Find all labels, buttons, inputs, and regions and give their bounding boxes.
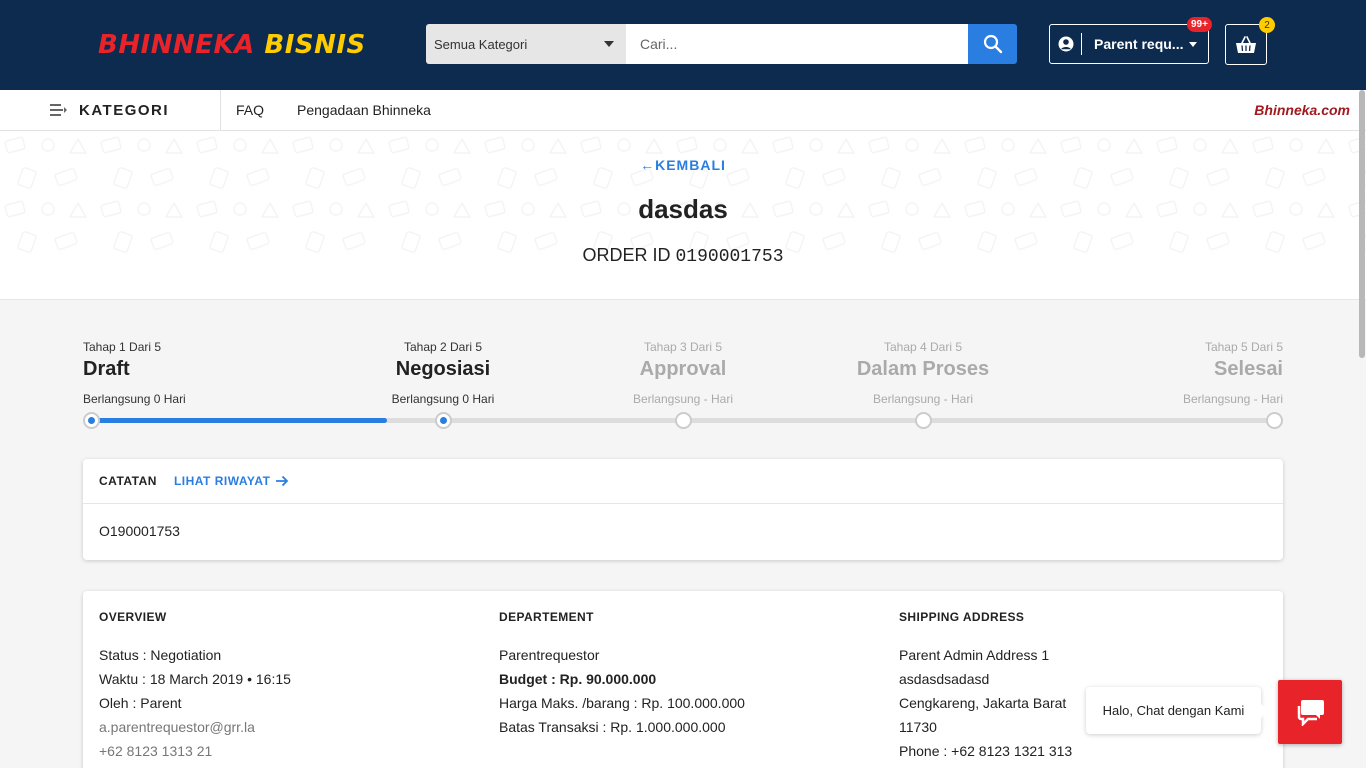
order-id-value: 0190001753 (675, 247, 784, 267)
category-nav: KATEGORI FAQ Pengadaan Bhinneka Bhinneka… (0, 90, 1366, 131)
user-icon (1050, 33, 1082, 55)
user-menu-button[interactable]: Parent requ... (1049, 24, 1209, 64)
step-name: Negosiasi (395, 358, 491, 380)
step-name: Draft (83, 358, 130, 380)
arrow-left-icon: ← (640, 157, 656, 173)
address-line-2: asdasdsadasd (899, 671, 990, 687)
step-dot-3 (675, 412, 692, 429)
scrollbar-thumb[interactable] (1359, 90, 1365, 358)
menu-icon (50, 104, 67, 116)
nav-link-pengadaan[interactable]: Pengadaan Bhinneka (297, 102, 431, 118)
step-name: Dalam Proses (856, 358, 990, 380)
order-title: dasdas (638, 194, 728, 224)
search-icon (983, 34, 1002, 54)
shipping-phone: Phone : +62 8123 1321 313 (899, 743, 1073, 759)
kategori-label: KATEGORI (79, 101, 170, 119)
top-header: BHINNEKA BISNIS Semua Kategori Parent re… (0, 0, 1366, 90)
email-text: a.parentrequestor@grr.la (99, 719, 255, 735)
step-dot-1 (83, 412, 100, 429)
order-hero: ←KEMBALI dasdas ORDER ID 0190001753 (0, 131, 1366, 300)
address-line-1: Parent Admin Address 1 (899, 647, 1050, 663)
step-dot-2 (435, 412, 452, 429)
order-id: ORDER ID 0190001753 (0, 245, 1366, 267)
order-id-label: ORDER ID (582, 245, 671, 265)
step-name: Approval (639, 358, 727, 380)
step-approval: Tahap 3 Dari 5 Approval Berlangsung - Ha… (623, 340, 743, 406)
page-scrollbar[interactable] (1358, 90, 1366, 768)
step-duration: Berlangsung 0 Hari (83, 392, 186, 406)
address-line-3: Cengkareng, Jakarta Barat (899, 695, 1067, 711)
step-number: Tahap 2 Dari 5 (403, 340, 483, 354)
step-number: Tahap 3 Dari 5 (643, 340, 723, 354)
notes-title: CATATAN (99, 474, 157, 488)
order-details-card: OVERVIEW Status : Negotiation Waktu : 18… (83, 591, 1283, 768)
step-number: Tahap 5 Dari 5 (1204, 340, 1283, 354)
status-text: Status : Negotiation (99, 647, 222, 663)
progress-fill (91, 418, 387, 423)
step-duration: Berlangsung - Hari (632, 392, 734, 406)
department-name: Parentrequestor (499, 647, 600, 663)
overview-section: OVERVIEW Status : Negotiation Waktu : 18… (99, 610, 291, 763)
postal-code: 11730 (899, 719, 937, 735)
order-progress-steps: Tahap 1 Dari 5 Draft Berlangsung 0 Hari … (83, 340, 1283, 440)
step-dot-5 (1266, 412, 1283, 429)
step-duration: Berlangsung - Hari (872, 392, 974, 406)
kategori-menu[interactable]: KATEGORI (50, 90, 169, 130)
notes-card-header: CATATAN LIHAT RIWAYAT (83, 459, 1283, 504)
arrow-right-icon (276, 475, 289, 487)
notes-card: CATATAN LIHAT RIWAYAT O190001753 (83, 459, 1283, 560)
caret-down-icon (604, 41, 614, 47)
phone-text: +62 8123 1313 21 (99, 743, 213, 759)
notification-badge: 99+ (1187, 17, 1212, 32)
history-link-label: LIHAT RIWAYAT (173, 474, 271, 488)
step-draft: Tahap 1 Dari 5 Draft Berlangsung 0 Hari (83, 340, 186, 406)
history-link[interactable]: LIHAT RIWAYAT (174, 474, 290, 488)
nav-divider (220, 90, 221, 130)
chat-button[interactable] (1278, 680, 1342, 744)
step-negosiasi: Tahap 2 Dari 5 Negosiasi Berlangsung 0 H… (389, 340, 497, 406)
step-dalam-proses: Tahap 4 Dari 5 Dalam Proses Berlangsung … (853, 340, 993, 406)
nav-link-faq[interactable]: FAQ (236, 102, 264, 118)
max-price-text: Harga Maks. /barang : Rp. 100.000.000 (499, 695, 745, 711)
chat-icon (1297, 700, 1324, 726)
user-menu-label: Parent requ... (1094, 36, 1184, 52)
department-title: DEPARTEMENT (499, 610, 594, 624)
created-by-text: Oleh : Parent (99, 695, 182, 711)
time-text: Waktu : 18 March 2019 • 16:15 (99, 671, 291, 687)
category-select[interactable]: Semua Kategori (426, 24, 626, 64)
search-bar: Semua Kategori (426, 24, 1017, 64)
transaction-limit-text: Batas Transaksi : Rp. 1.000.000.000 (499, 719, 726, 735)
category-select-label: Semua Kategori (434, 36, 528, 52)
logo-text-bisnis: BISNIS (264, 30, 366, 60)
bhinneka-bisnis-logo[interactable]: BHINNEKA BISNIS (98, 30, 366, 60)
department-section: DEPARTEMENT Parentrequestor Budget : Rp.… (499, 610, 745, 739)
step-number: Tahap 4 Dari 5 (883, 340, 963, 354)
logo-text-bhinneka: BHINNEKA (98, 30, 255, 60)
bhinneka-site-link[interactable]: Bhinneka.com (1254, 102, 1350, 118)
shipping-section: SHIPPING ADDRESS Parent Admin Address 1 … (899, 610, 1072, 763)
search-input[interactable] (626, 24, 968, 64)
basket-icon (1236, 35, 1256, 53)
search-button[interactable] (968, 24, 1017, 64)
step-duration: Berlangsung - Hari (1182, 392, 1283, 406)
step-dot-4 (915, 412, 932, 429)
chat-prompt[interactable]: Halo, Chat dengan Kami (1086, 687, 1268, 734)
shipping-title: SHIPPING ADDRESS (899, 610, 1025, 624)
budget-text: Budget : Rp. 90.000.000 (499, 671, 657, 687)
cart-count-badge: 2 (1259, 17, 1275, 33)
back-link[interactable]: ←KEMBALI (0, 157, 1366, 173)
step-selesai: Tahap 5 Dari 5 Selesai Berlangsung - Har… (1183, 340, 1283, 406)
back-label: KEMBALI (655, 157, 726, 173)
step-number: Tahap 1 Dari 5 (83, 340, 162, 354)
notes-text: O190001753 (99, 523, 180, 539)
step-name: Selesai (1214, 358, 1283, 380)
chevron-down-icon (1189, 41, 1198, 47)
step-duration: Berlangsung 0 Hari (391, 392, 495, 406)
overview-title: OVERVIEW (99, 610, 167, 624)
